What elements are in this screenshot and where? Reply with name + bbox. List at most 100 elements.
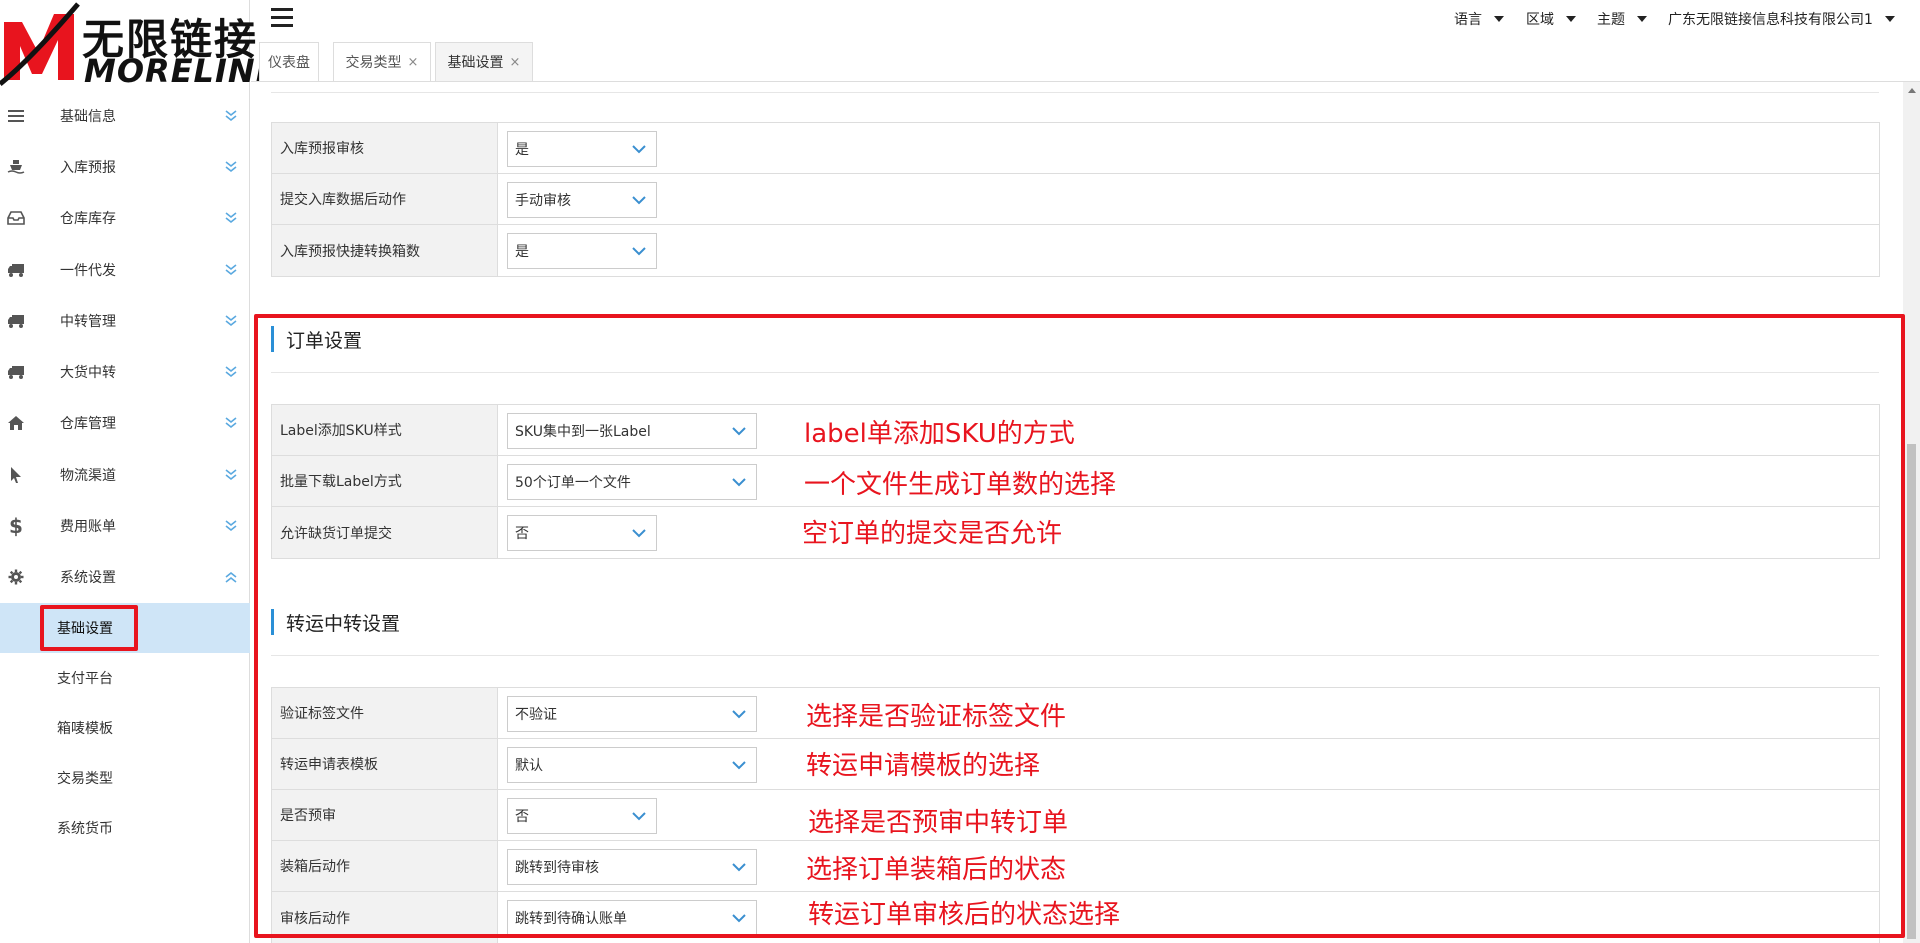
- sidebar-subitem-label: 交易类型: [57, 770, 113, 787]
- verify-label-file-select[interactable]: 不验证: [507, 696, 757, 732]
- tab-bar: 仪表盘 交易类型 × 基础设置 ×: [251, 42, 1920, 82]
- select-value: 手动审核: [515, 193, 571, 209]
- select-value: 默认: [515, 758, 543, 774]
- form-row: 批量下载Label方式 50个订单一个文件 一个文件生成订单数的选择: [272, 456, 1879, 507]
- sidebar-item-basic-info[interactable]: 基础信息: [0, 90, 250, 141]
- select-value: 50个订单一个文件: [515, 475, 631, 491]
- transfer-form-template-select[interactable]: 默认: [507, 747, 757, 783]
- scroll-up-icon[interactable]: [1908, 88, 1916, 93]
- select-value: 否: [515, 526, 529, 542]
- sidebar-item-label: 基础信息: [60, 108, 116, 125]
- post-packing-action-select[interactable]: 跳转到待审核: [507, 849, 757, 885]
- sidebar-subitem-transaction-type[interactable]: 交易类型: [0, 753, 250, 803]
- sidebar-item-bulk-transfer[interactable]: 大货中转: [0, 346, 250, 397]
- form-row: 允许缺货订单提交 否 空订单的提交是否允许: [272, 507, 1879, 558]
- close-icon[interactable]: ×: [510, 55, 521, 70]
- annotation-note: 空订单的提交是否允许: [802, 519, 1063, 549]
- chevron-down-icon: [732, 427, 746, 436]
- quick-box-convert-select[interactable]: 是: [507, 233, 657, 269]
- order-settings-title: 订单设置: [271, 326, 362, 352]
- inbound-review-select[interactable]: 是: [507, 131, 657, 167]
- chevron-down-icon: [732, 710, 746, 719]
- logo-mark-icon: [0, 2, 80, 86]
- vertical-scrollbar[interactable]: [1903, 82, 1920, 943]
- tab-transaction-type[interactable]: 交易类型 ×: [333, 42, 431, 81]
- theme-dropdown[interactable]: 主题: [1597, 9, 1647, 29]
- field-label: 验证标签文件: [272, 688, 498, 738]
- field-label: 转运申请表模板: [272, 739, 498, 789]
- region-dropdown[interactable]: 区域: [1526, 9, 1576, 29]
- sidebar-item-billing[interactable]: $ 费用账单: [0, 500, 250, 551]
- chevron-down-icon: [732, 863, 746, 872]
- tab-dashboard[interactable]: 仪表盘: [259, 42, 319, 81]
- language-dropdown[interactable]: 语言: [1454, 9, 1504, 29]
- sidebar-item-inbound-forecast[interactable]: 入库预报: [0, 141, 250, 192]
- annotation-note: 选择订单装箱后的状态: [806, 855, 1067, 885]
- form-row: 装箱后动作 跳转到待审核 选择订单装箱后的状态: [272, 841, 1879, 892]
- company-dropdown[interactable]: 广东无限链接信息科技有限公司1: [1668, 9, 1895, 29]
- sidebar-subitem-payment-platform[interactable]: 支付平台: [0, 653, 250, 703]
- company-label: 广东无限链接信息科技有限公司1: [1668, 12, 1873, 28]
- pre-review-select[interactable]: 否: [507, 798, 657, 834]
- sidebar-item-dropshipping[interactable]: 一件代发: [0, 244, 250, 295]
- sidebar: 无限链接 MORELINK 基础信息 入库预报 仓库库存 一件代发 中转管理 大…: [0, 0, 280, 943]
- transfer-settings-title: 转运中转设置: [271, 609, 400, 635]
- caret-down-icon: [1637, 16, 1647, 22]
- sidebar-subitem-label: 箱唛模板: [57, 720, 113, 737]
- truck-icon: [6, 311, 26, 331]
- chevron-down-icon: [632, 812, 646, 821]
- scrollbar-thumb[interactable]: [1907, 444, 1916, 939]
- chevron-down-icon: [632, 247, 646, 256]
- select-value: 跳转到待确认账单: [515, 911, 627, 927]
- sidebar-item-system-settings[interactable]: 系统设置: [0, 552, 250, 603]
- region-label: 区域: [1526, 12, 1554, 28]
- tab-label: 仪表盘: [268, 55, 310, 71]
- form-row: 入库预报快捷转换箱数 是: [272, 225, 1879, 276]
- pointer-icon: [6, 465, 26, 485]
- post-submit-action-select[interactable]: 手动审核: [507, 182, 657, 218]
- highlight-box-basic-settings: [40, 605, 138, 651]
- chevron-down-icon: [732, 914, 746, 923]
- field-label: 装箱后动作: [272, 841, 498, 891]
- divider: [271, 655, 1879, 656]
- double-chevron-down-icon: [225, 366, 237, 378]
- sidebar-item-label: 系统设置: [60, 570, 116, 587]
- annotation-note: 选择是否预审中转订单: [808, 808, 1069, 838]
- annotation-note: 转运申请模板的选择: [806, 751, 1041, 781]
- select-value: 跳转到待审核: [515, 860, 599, 876]
- close-icon[interactable]: ×: [408, 55, 419, 70]
- form-row: 提交入库数据后动作 手动审核: [272, 174, 1879, 225]
- caret-down-icon: [1566, 16, 1576, 22]
- field-label: 审核后动作: [272, 892, 498, 943]
- field-label: 允许缺货订单提交: [272, 507, 498, 558]
- post-review-action-select[interactable]: 跳转到待确认账单: [507, 900, 757, 936]
- sidebar-subitem-system-currency[interactable]: 系统货币: [0, 803, 250, 853]
- sidebar-item-label: 仓库库存: [60, 211, 116, 228]
- sidebar-item-logistics-channel[interactable]: 物流渠道: [0, 449, 250, 500]
- double-chevron-down-icon: [225, 315, 237, 326]
- sidebar-subitem-carton-label-template[interactable]: 箱唛模板: [0, 703, 250, 753]
- tab-basic-settings[interactable]: 基础设置 ×: [435, 42, 533, 81]
- ship-icon: [6, 157, 26, 177]
- theme-label: 主题: [1597, 12, 1625, 28]
- caret-down-icon: [1884, 16, 1895, 22]
- allow-backorder-select[interactable]: 否: [507, 515, 657, 551]
- sidebar-item-transfer-management[interactable]: 中转管理: [0, 295, 250, 346]
- field-label: 入库预报审核: [272, 123, 498, 173]
- truck-icon: [6, 362, 26, 382]
- logo: 无限链接 MORELINK: [0, 0, 280, 90]
- order-settings-table: Label添加SKU样式 SKU集中到一张Label label单添加SKU的方…: [271, 404, 1880, 559]
- sidebar-item-label: 入库预报: [60, 159, 116, 176]
- sidebar-item-warehouse-stock[interactable]: 仓库库存: [0, 193, 250, 244]
- sidebar-item-warehouse-management[interactable]: 仓库管理: [0, 398, 250, 449]
- double-chevron-down-icon: [225, 161, 237, 172]
- select-value: SKU集中到一张Label: [515, 424, 651, 440]
- batch-download-label-select[interactable]: 50个订单一个文件: [507, 464, 757, 500]
- field-label: 是否预审: [272, 790, 498, 840]
- label-sku-style-select[interactable]: SKU集中到一张Label: [507, 413, 757, 449]
- double-chevron-down-icon: [225, 520, 237, 532]
- chevron-down-icon: [632, 529, 646, 538]
- hamburger-menu-icon[interactable]: [271, 8, 293, 28]
- field-label: 入库预报快捷转换箱数: [272, 225, 498, 276]
- language-label: 语言: [1454, 12, 1482, 28]
